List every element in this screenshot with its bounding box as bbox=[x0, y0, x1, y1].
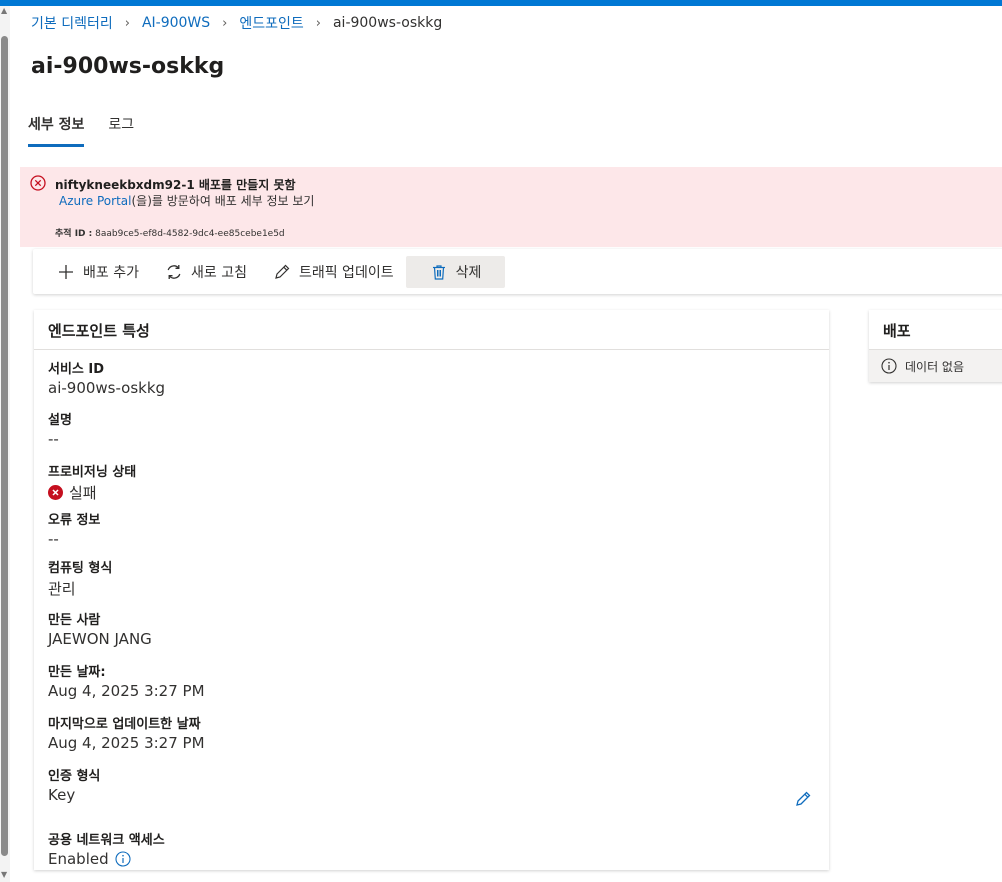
delete-button[interactable]: 삭제 bbox=[405, 255, 506, 288]
property-value-row: 실패 bbox=[48, 482, 136, 503]
breadcrumb-item-workspace[interactable]: AI-900WS bbox=[142, 15, 210, 31]
property-value-row: Enabled bbox=[48, 850, 165, 868]
refresh-button[interactable]: 새로 고침 bbox=[165, 256, 247, 288]
info-icon bbox=[881, 358, 897, 374]
trace-id-value: 8aab9ce5-ef8d-4582-9dc4-ee85cebe1e5d bbox=[95, 229, 285, 239]
property-auth-type: 인증 형식 Key bbox=[48, 765, 100, 804]
chevron-right-icon: › bbox=[124, 15, 130, 31]
chevron-right-icon: › bbox=[315, 15, 321, 31]
tab-list: 세부 정보 로그 bbox=[28, 110, 158, 147]
property-value: ai-900ws-oskkg bbox=[48, 379, 166, 397]
page-title: ai-900ws-oskkg bbox=[31, 54, 225, 79]
scrollbar-thumb[interactable] bbox=[1, 36, 8, 856]
property-label: 공용 네트워크 액세스 bbox=[48, 833, 165, 848]
trace-id-label: 추적 ID : bbox=[55, 229, 93, 239]
error-detail: Azure Portal(을)를 방문하여 배포 세부 정보 보기 bbox=[59, 192, 314, 209]
property-error-info: 오류 정보 -- bbox=[48, 509, 100, 548]
property-value: 실패 bbox=[69, 484, 97, 502]
tab-logs[interactable]: 로그 bbox=[108, 110, 134, 147]
property-service-id: 서비스 ID ai-900ws-oskkg bbox=[48, 358, 165, 397]
tab-details[interactable]: 세부 정보 bbox=[28, 110, 85, 147]
chevron-right-icon: › bbox=[222, 15, 228, 31]
property-value: -- bbox=[48, 530, 59, 548]
vertical-scrollbar[interactable] bbox=[0, 6, 10, 882]
endpoint-properties-card: 엔드포인트 특성 서비스 ID ai-900ws-oskkg 설명 -- 프로비… bbox=[34, 310, 829, 870]
update-traffic-button[interactable]: 트래픽 업데이트 bbox=[273, 256, 394, 288]
property-value: Enabled bbox=[48, 850, 109, 868]
property-value: -- bbox=[48, 430, 59, 448]
scroll-up-arrow-icon[interactable]: ▲ bbox=[1, 6, 7, 16]
property-value: Aug 4, 2025 3:27 PM bbox=[48, 682, 205, 700]
scroll-down-arrow-icon[interactable]: ▼ bbox=[1, 870, 7, 880]
azure-portal-link[interactable]: Azure Portal bbox=[59, 194, 131, 208]
property-value: 관리 bbox=[48, 580, 76, 598]
property-last-updated: 마지막으로 업데이트한 날짜 Aug 4, 2025 3:27 PM bbox=[48, 713, 205, 752]
deployments-card: 배포 데이터 없음 bbox=[869, 310, 1002, 382]
property-public-network-access: 공용 네트워크 액세스 Enabled bbox=[48, 829, 165, 868]
property-label: 인증 형식 bbox=[48, 769, 101, 784]
error-title: niftykneekbxdm92-1 배포를 만들지 못함 bbox=[55, 178, 296, 192]
add-deployment-label: 배포 추가 bbox=[83, 264, 139, 281]
command-bar: 배포 추가 새로 고침 트래픽 업데이트 삭제 bbox=[33, 249, 1002, 294]
breadcrumb-current: ai-900ws-oskkg bbox=[332, 15, 443, 31]
add-deployment-button[interactable]: 배포 추가 bbox=[57, 256, 139, 288]
error-circle-icon bbox=[30, 175, 46, 191]
error-detail-text: (을)를 방문하여 배포 세부 정보 보기 bbox=[131, 194, 315, 208]
breadcrumb-item-directory[interactable]: 기본 디렉터리 bbox=[31, 13, 113, 33]
property-created-on: 만든 날짜: Aug 4, 2025 3:27 PM bbox=[48, 661, 205, 700]
failed-status-icon bbox=[48, 485, 63, 500]
property-description: 설명 -- bbox=[48, 409, 72, 448]
top-accent-bar bbox=[0, 0, 1002, 6]
error-banner: niftykneekbxdm92-1 배포를 만들지 못함 Azure Port… bbox=[20, 167, 1002, 247]
breadcrumb-item-endpoints[interactable]: 엔드포인트 bbox=[239, 13, 303, 33]
refresh-label: 새로 고침 bbox=[190, 264, 247, 281]
update-traffic-label: 트래픽 업데이트 bbox=[298, 264, 394, 281]
delete-label: 삭제 bbox=[455, 264, 482, 281]
property-value: Key bbox=[48, 786, 76, 804]
property-label: 컴퓨팅 형식 bbox=[48, 561, 113, 576]
property-label: 만든 사람 bbox=[48, 613, 101, 628]
trace-id: 추적 ID : 8aab9ce5-ef8d-4582-9dc4-ee85cebe… bbox=[55, 226, 285, 239]
property-label: 프로비저닝 상태 bbox=[48, 465, 137, 480]
refresh-icon bbox=[167, 264, 181, 279]
edit-pencil-icon[interactable] bbox=[794, 790, 812, 808]
property-created-by: 만든 사람 JAEWON JANG bbox=[48, 609, 152, 648]
breadcrumb: 기본 디렉터리 › AI-900WS › 엔드포인트 › ai-900ws-os… bbox=[31, 13, 442, 33]
info-icon[interactable] bbox=[115, 851, 131, 867]
pencil-icon bbox=[275, 264, 290, 279]
deployments-header: 배포 bbox=[869, 310, 1002, 350]
property-value: Aug 4, 2025 3:27 PM bbox=[48, 734, 205, 752]
property-label: 설명 bbox=[48, 413, 72, 428]
no-data-text: 데이터 없음 bbox=[905, 359, 965, 374]
property-label: 오류 정보 bbox=[48, 513, 101, 528]
property-label: 만든 날짜: bbox=[48, 665, 106, 680]
deployments-empty-state: 데이터 없음 bbox=[869, 350, 1002, 382]
endpoint-properties-header: 엔드포인트 특성 bbox=[34, 310, 829, 350]
property-label: 서비스 ID bbox=[48, 362, 105, 377]
property-value: JAEWON JANG bbox=[48, 630, 152, 648]
property-label: 마지막으로 업데이트한 날짜 bbox=[48, 717, 201, 732]
property-compute-type: 컴퓨팅 형식 관리 bbox=[48, 557, 112, 599]
property-provisioning-state: 프로비저닝 상태 실패 bbox=[48, 461, 136, 503]
trash-icon bbox=[432, 264, 445, 280]
plus-icon bbox=[59, 264, 73, 279]
